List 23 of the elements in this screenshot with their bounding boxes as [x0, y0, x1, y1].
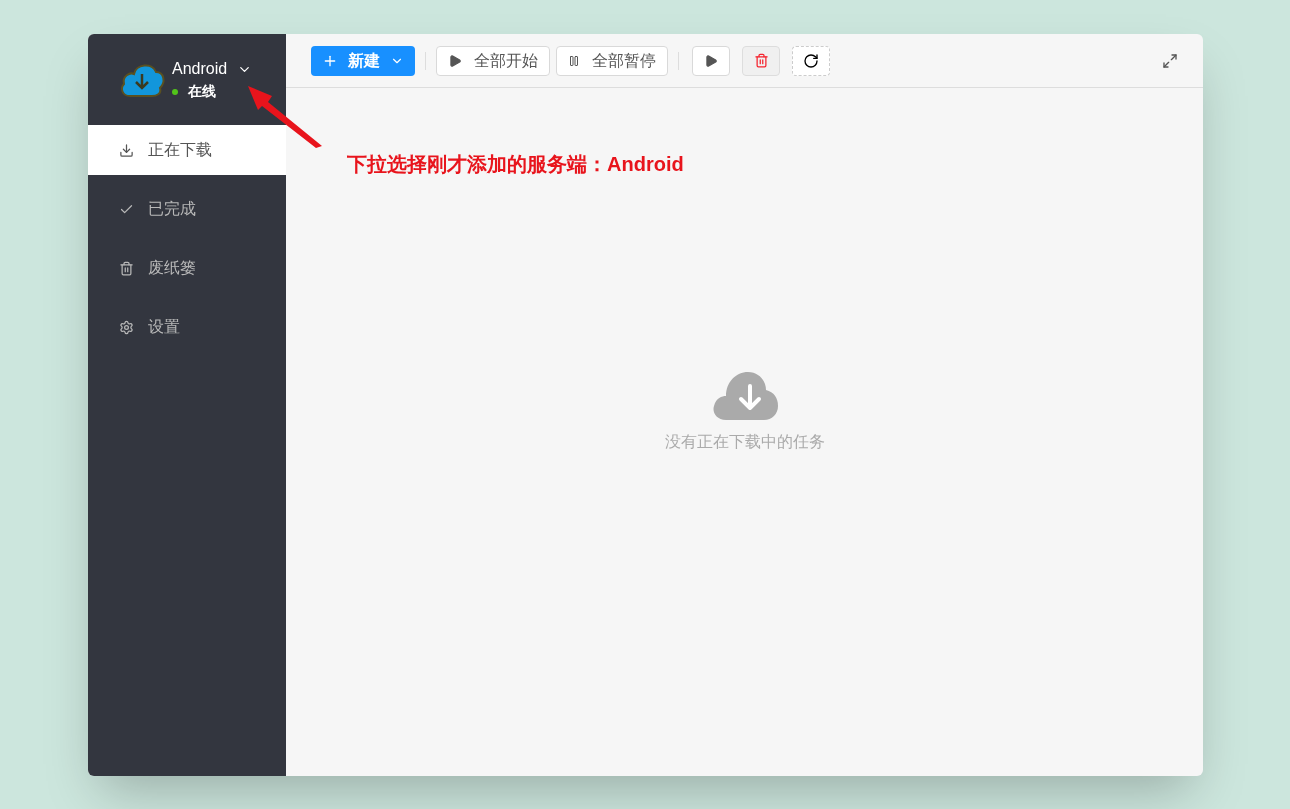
toolbar-button[interactable]: 全部开始	[436, 45, 550, 76]
nav-item[interactable]: 设置	[88, 302, 286, 352]
server-status: 在线	[188, 82, 216, 101]
nav-item[interactable]: 已完成	[88, 184, 286, 234]
toolbar-button[interactable]: 全部暂停	[556, 45, 668, 76]
trash-icon	[119, 260, 134, 276]
refresh-button[interactable]	[792, 45, 830, 76]
trash-icon	[753, 53, 769, 68]
play-icon	[704, 53, 718, 68]
empty-message: 没有正在下载中的任务	[664, 432, 825, 452]
settings-icon	[119, 319, 134, 335]
nav-item[interactable]: 正在下载	[88, 125, 286, 175]
server-name[interactable]: Android	[172, 57, 228, 81]
annotation-text: 下拉选择刚才添加的服务端：Android	[347, 152, 684, 177]
pause-icon	[568, 54, 580, 67]
download-icon	[119, 142, 134, 158]
start-button[interactable]	[692, 45, 730, 76]
expand-icon[interactable]	[1162, 52, 1178, 69]
play-icon	[448, 53, 462, 68]
nav-item[interactable]: 废纸篓	[88, 243, 286, 293]
delete-button[interactable]	[742, 45, 780, 76]
refresh-icon	[803, 52, 819, 69]
cloud-download-icon	[711, 370, 778, 420]
